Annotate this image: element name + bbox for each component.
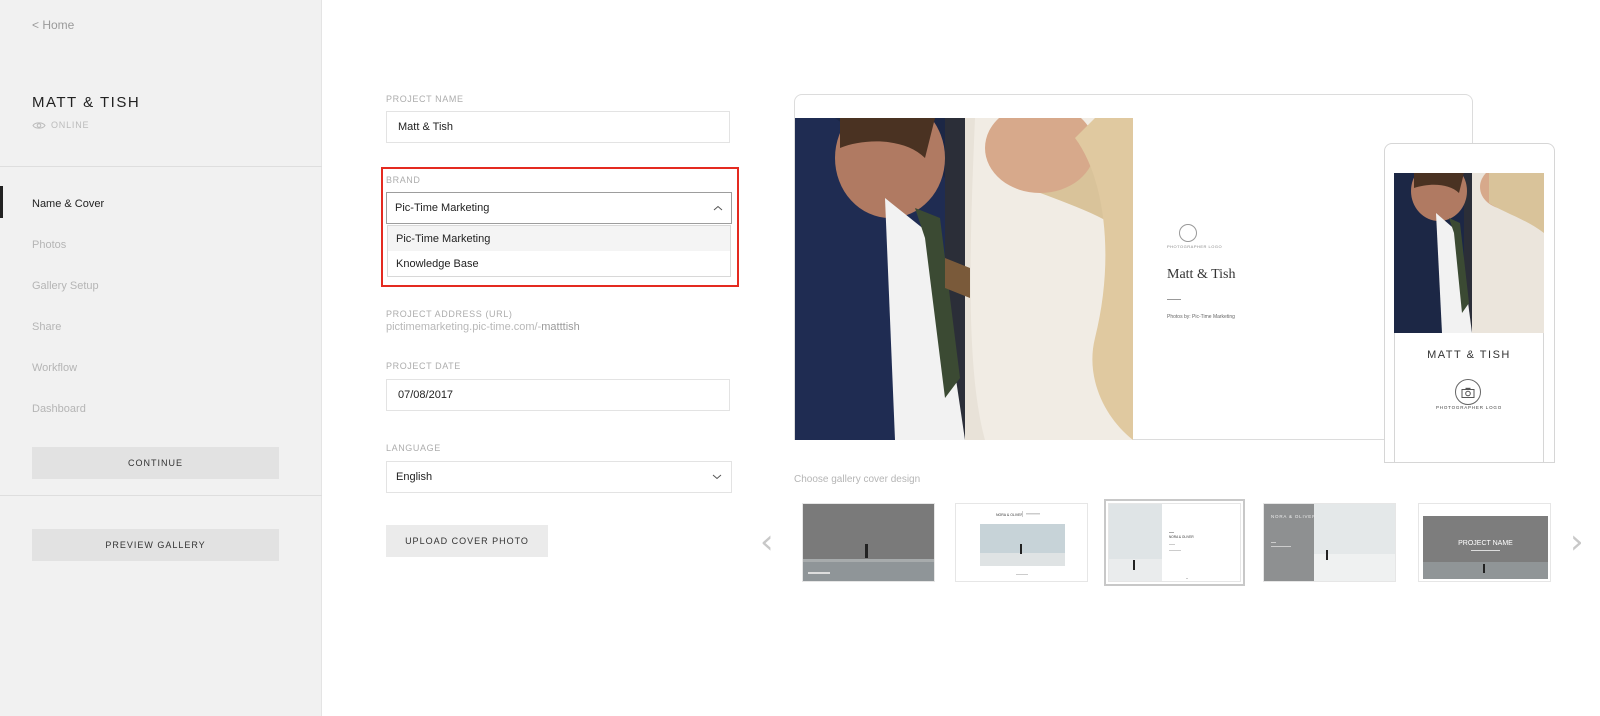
desktop-cover-info: PHOTOGRAPHER LOGO Matt & Tish Photos by:… bbox=[1167, 224, 1235, 320]
chevron-down-icon bbox=[712, 471, 722, 483]
project-name-input[interactable]: Matt & Tish bbox=[386, 111, 730, 143]
brand-select[interactable]: Pic-Time Marketing bbox=[386, 192, 732, 224]
chevron-right-icon[interactable]: › bbox=[1570, 525, 1584, 559]
cover-design-1[interactable] bbox=[802, 503, 935, 582]
status-text: ONLINE bbox=[51, 120, 90, 130]
brand-option[interactable]: Knowledge Base bbox=[388, 251, 730, 276]
thumb-title: NORA & OLIVER bbox=[1271, 514, 1316, 519]
divider bbox=[1167, 299, 1181, 300]
camera-logo-icon bbox=[1455, 379, 1481, 405]
mobile-cover-title: MATT & TISH bbox=[1427, 349, 1511, 361]
cover-design-5[interactable]: PROJECT NAME bbox=[1418, 503, 1551, 582]
sidebar: < Home MATT & TISH ONLINE Name & Cover P… bbox=[0, 0, 322, 716]
brand-option[interactable]: Pic-Time Marketing bbox=[388, 226, 730, 251]
eye-icon bbox=[32, 121, 46, 130]
divider bbox=[0, 166, 322, 167]
thumb-title: NORA & OLIVER bbox=[996, 513, 1024, 517]
brand-label: BRAND bbox=[386, 175, 421, 185]
divider bbox=[0, 495, 322, 496]
language-label: LANGUAGE bbox=[386, 443, 441, 453]
home-link[interactable]: < Home bbox=[32, 18, 74, 32]
thumb-title: PROJECT NAME bbox=[1458, 540, 1513, 547]
thumb-title: NORA & OLIVER bbox=[1169, 535, 1194, 539]
cover-design-2[interactable]: NORA & OLIVER bbox=[955, 503, 1088, 582]
preview-gallery-button[interactable]: PREVIEW GALLERY bbox=[32, 529, 279, 561]
nav-item-photos[interactable]: Photos bbox=[32, 239, 66, 251]
date-label: PROJECT DATE bbox=[386, 361, 461, 371]
desktop-byline: Photos by: Pic-Time Marketing bbox=[1167, 314, 1235, 320]
status-indicator: ONLINE bbox=[32, 120, 89, 130]
address-label: PROJECT ADDRESS (URL) bbox=[386, 309, 513, 319]
continue-button[interactable]: CONTINUE bbox=[32, 447, 279, 479]
url-slug[interactable]: matttish bbox=[541, 321, 580, 333]
chevron-left-icon[interactable]: ‹ bbox=[760, 525, 774, 559]
upload-cover-photo-button[interactable]: UPLOAD COVER PHOTO bbox=[386, 525, 548, 557]
camera-logo-icon bbox=[1179, 224, 1197, 242]
project-name-label: PROJECT NAME bbox=[386, 94, 464, 104]
mobile-cover-photo bbox=[1394, 173, 1544, 333]
choose-cover-label: Choose gallery cover design bbox=[794, 474, 921, 485]
desktop-logo-caption: PHOTOGRAPHER LOGO bbox=[1167, 244, 1223, 249]
project-date-input[interactable]: 07/08/2017 bbox=[386, 379, 730, 411]
nav-item-dashboard[interactable]: Dashboard bbox=[32, 403, 86, 415]
chevron-up-icon bbox=[713, 202, 723, 214]
brand-selected-value: Pic-Time Marketing bbox=[395, 202, 490, 214]
nav-item-share[interactable]: Share bbox=[32, 321, 61, 333]
url-prefix: pictimemarketing.pic-time.com/- bbox=[386, 321, 542, 333]
desktop-cover-title: Matt & Tish bbox=[1167, 267, 1236, 282]
desktop-cover-photo bbox=[795, 118, 1133, 440]
cover-design-3[interactable]: NORA & OLIVER bbox=[1104, 499, 1245, 586]
brand-options-list: Pic-Time Marketing Knowledge Base bbox=[387, 225, 731, 277]
project-title: MATT & TISH bbox=[32, 94, 141, 111]
language-select[interactable]: English bbox=[386, 461, 732, 493]
cover-design-4[interactable]: NORA & OLIVER bbox=[1263, 503, 1396, 582]
language-value: English bbox=[396, 471, 433, 483]
active-indicator bbox=[0, 186, 3, 218]
mobile-logo-caption: PHOTOGRAPHER LOGO bbox=[1435, 405, 1503, 410]
nav-item-workflow[interactable]: Workflow bbox=[32, 362, 77, 374]
nav-item-gallery-setup[interactable]: Gallery Setup bbox=[32, 280, 99, 292]
project-url[interactable]: pictimemarketing.pic-time.com/-matttish bbox=[386, 321, 580, 333]
nav-item-name-cover[interactable]: Name & Cover bbox=[32, 198, 104, 210]
